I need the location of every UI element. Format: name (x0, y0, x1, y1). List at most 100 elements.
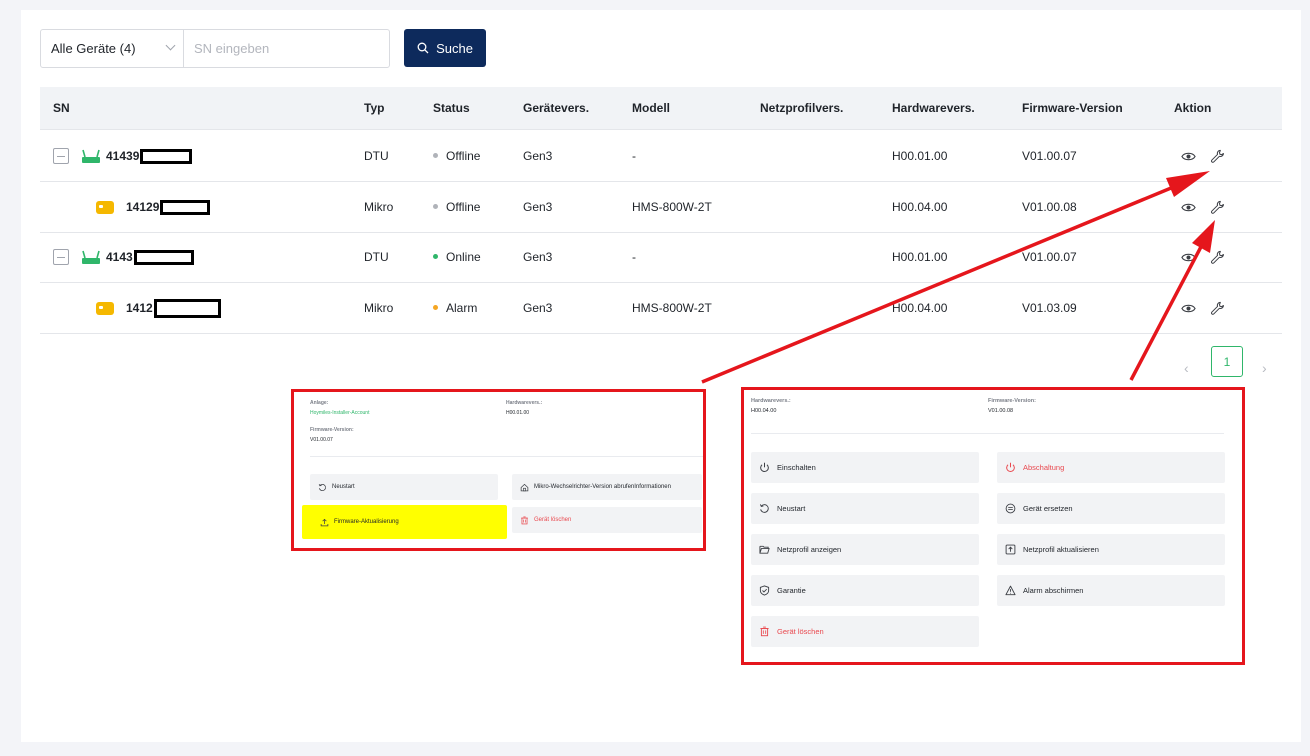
hardware-value: H00.04.00 (751, 408, 777, 414)
search-button-label: Suche (436, 40, 473, 56)
sn-cell: 4143 (53, 232, 194, 282)
table-row: 4143 DTU Online Gen3 - H00.01.00 V01.00.… (40, 232, 1282, 283)
swap-icon (1005, 503, 1016, 514)
dtu-router-icon (82, 149, 100, 163)
pagination-page[interactable]: 1 (1211, 346, 1243, 377)
wrench-icon[interactable] (1210, 200, 1225, 215)
hardware-cell: H00.04.00 (892, 301, 948, 315)
shutdown-label: Abschaltung (1023, 463, 1065, 472)
status-text: Online (446, 250, 481, 264)
microinverter-icon (96, 200, 114, 214)
hardware-value: H00.01.00 (506, 410, 530, 416)
column-header-typ: Typ (364, 101, 385, 115)
firmware-update-button[interactable]: Firmware-Aktualisierung (302, 505, 507, 539)
wrench-icon[interactable] (1210, 301, 1225, 316)
eye-icon[interactable] (1181, 149, 1196, 164)
redaction-box (153, 298, 221, 318)
anlage-label: Anlage: (310, 400, 329, 406)
column-header-sn: SN (53, 101, 70, 115)
micro-version-button[interactable]: Mikro-Wechselrichter-Version abrufenInfo… (512, 474, 702, 500)
action-cell (1181, 232, 1225, 282)
device-filter-select[interactable]: Alle Geräte (4) (41, 30, 184, 67)
redaction-box (160, 199, 211, 215)
geraetevers-cell: Gen3 (523, 301, 553, 315)
eye-icon[interactable] (1181, 250, 1196, 265)
table-row: 14129 Mikro Offline Gen3 HMS-800W-2T H00… (40, 182, 1282, 233)
dtu-router-icon (82, 250, 100, 264)
status-text: Offline (446, 200, 481, 214)
house-icon (520, 483, 529, 491)
hardware-cell: H00.04.00 (892, 200, 948, 214)
status-dot (433, 254, 438, 260)
firmware-cell: V01.00.08 (1022, 200, 1077, 214)
delete-device-button[interactable]: Gerät löschen (512, 507, 702, 533)
folder-open-icon (759, 545, 770, 554)
replace-device-button[interactable]: Gerät ersetzen (997, 493, 1225, 524)
anlage-value: Hoymiles-Installer-Account (310, 410, 370, 416)
sn-search-input[interactable] (184, 30, 389, 67)
firmware-label: Firmware-Version: (310, 427, 354, 433)
restart-icon (759, 504, 769, 513)
firmware-value: V01.00.07 (310, 437, 333, 443)
divider (310, 456, 703, 457)
eye-icon[interactable] (1181, 200, 1196, 215)
hardware-cell: H00.01.00 (892, 250, 948, 264)
divider (751, 433, 1224, 434)
status-cell: Offline (433, 182, 480, 232)
action-cell (1181, 283, 1225, 333)
power-on-button[interactable]: Einschalten (751, 452, 979, 483)
show-grid-profile-label: Netzprofil anzeigen (777, 545, 842, 554)
restart-button[interactable]: Neustart (310, 474, 498, 500)
micro-action-panel: Hardwarevers.: H00.04.00 Firmware-Versio… (741, 387, 1245, 665)
firmware-cell: V01.00.07 (1022, 149, 1077, 163)
warning-icon (1005, 585, 1016, 596)
eye-icon[interactable] (1181, 301, 1196, 316)
sn-value: 41439 (106, 149, 140, 163)
collapse-toggle[interactable] (53, 249, 69, 265)
shutdown-button[interactable]: Abschaltung (997, 452, 1225, 483)
device-filter-value: Alle Geräte (4) (51, 41, 136, 56)
upload-icon (320, 518, 329, 526)
mute-alarm-button[interactable]: Alarm abschirmen (997, 575, 1225, 606)
device-list-page: Alle Geräte (4) Suche SN Typ Status Gerä… (21, 10, 1301, 742)
show-grid-profile-button[interactable]: Netzprofil anzeigen (751, 534, 979, 565)
search-icon (417, 42, 429, 54)
restart-icon (318, 483, 326, 491)
restart-button[interactable]: Neustart (751, 493, 979, 524)
typ-cell: Mikro (364, 200, 394, 214)
update-grid-profile-label: Netzprofil aktualisieren (1023, 545, 1099, 554)
replace-device-label: Gerät ersetzen (1023, 504, 1073, 513)
sn-value: 4143 (106, 250, 133, 264)
update-grid-profile-button[interactable]: Netzprofil aktualisieren (997, 534, 1225, 565)
action-cell (1181, 131, 1225, 181)
microinverter-icon (96, 301, 114, 315)
trash-icon (760, 626, 769, 637)
sn-value: 14129 (126, 200, 160, 214)
redaction-box (140, 148, 193, 164)
sn-value: 1412 (126, 301, 153, 315)
geraetevers-cell: Gen3 (523, 200, 553, 214)
column-header-modell: Modell (632, 101, 670, 115)
hardware-cell: H00.01.00 (892, 149, 948, 163)
status-cell: Online (433, 232, 481, 282)
status-text: Offline (446, 149, 481, 163)
wrench-icon[interactable] (1210, 250, 1225, 265)
collapse-toggle[interactable] (53, 148, 69, 164)
hardware-label: Hardwarevers.: (751, 398, 791, 404)
redaction-box (133, 249, 194, 265)
power-on-label: Einschalten (777, 463, 816, 472)
firmware-cell: V01.00.07 (1022, 250, 1077, 264)
search-button[interactable]: Suche (404, 29, 486, 67)
warranty-button[interactable]: Garantie (751, 575, 979, 606)
pagination-prev[interactable]: ‹ (1184, 360, 1189, 376)
delete-device-label: Gerät löschen (534, 517, 572, 523)
modell-cell: - (632, 149, 636, 163)
delete-device-button[interactable]: Gerät löschen (751, 616, 979, 647)
column-header-aktion: Aktion (1174, 101, 1212, 115)
power-icon (760, 462, 769, 473)
pagination-next[interactable]: › (1262, 360, 1267, 376)
modell-cell: HMS-800W-2T (632, 301, 712, 315)
chevron-down-icon (165, 40, 176, 51)
geraetevers-cell: Gen3 (523, 149, 553, 163)
wrench-icon[interactable] (1210, 149, 1225, 164)
